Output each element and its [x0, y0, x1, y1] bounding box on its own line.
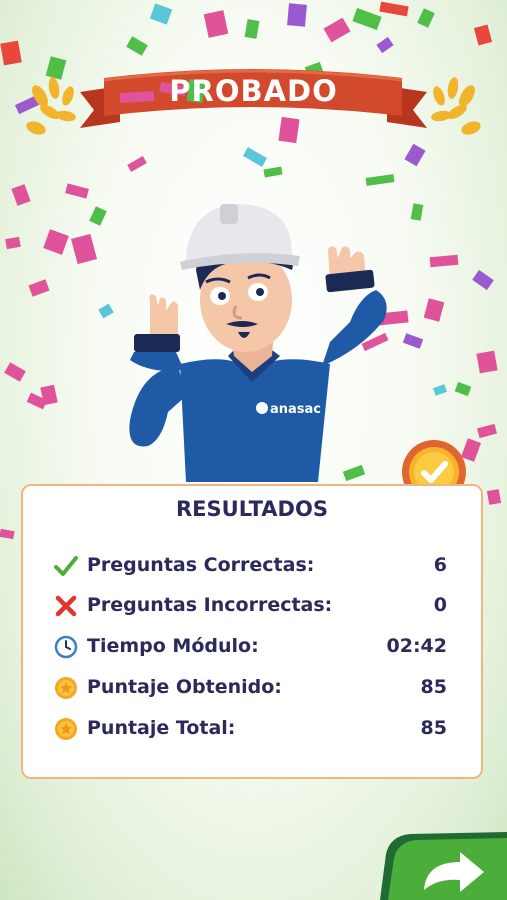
incorrect-answers-label: Preguntas Incorrectas:: [87, 594, 333, 616]
next-button[interactable]: [380, 832, 507, 900]
score-obtained-label: Puntaje Obtenido:: [87, 676, 282, 698]
correct-answers-row: Preguntas Correctas: 6: [53, 551, 447, 581]
results-card: RESULTADOS Preguntas Correctas: 6 Pregun…: [21, 484, 483, 779]
score-obtained-value: 85: [420, 676, 447, 698]
module-time-value: 02:42: [386, 635, 447, 657]
correct-answers-value: 6: [433, 554, 447, 576]
incorrect-answers-row: Preguntas Incorrectas: 0: [53, 591, 447, 621]
clock-icon: [54, 635, 78, 659]
check-icon: [54, 556, 78, 576]
incorrect-answers-value: 0: [433, 594, 447, 616]
star-coin-icon: [55, 718, 77, 740]
total-score-value: 85: [420, 717, 447, 739]
worker-character-illustration: anasac: [129, 204, 387, 482]
star-coin-icon: [55, 677, 77, 699]
correct-answers-label: Preguntas Correctas:: [87, 554, 315, 576]
x-icon: [55, 595, 77, 617]
company-logo: anasac: [270, 402, 321, 417]
total-score-label: Puntaje Total:: [87, 717, 236, 739]
module-time-label: Tiempo Módulo:: [87, 635, 259, 657]
results-title: RESULTADOS: [176, 497, 328, 521]
module-time-row: Tiempo Módulo: 02:42: [53, 632, 447, 662]
total-score-row: Puntaje Total: 85: [53, 714, 447, 744]
score-obtained-row: Puntaje Obtenido: 85: [53, 673, 447, 703]
